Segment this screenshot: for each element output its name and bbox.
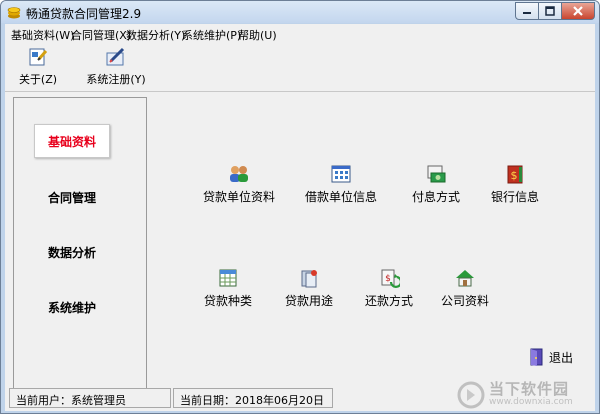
minimize-button[interactable] — [515, 2, 539, 20]
about-button[interactable]: 关于(Z) — [17, 47, 59, 89]
app-window: 畅通贷款合同管理2.9 基础资料(W) 合同管理(X) 数据分析(Y) 系统维护… — [0, 0, 600, 414]
toolbar: 关于(Z) 系统注册(Y) — [5, 43, 595, 91]
company-info-button[interactable]: 公司资料 — [420, 268, 510, 309]
grid-window-icon — [331, 165, 351, 183]
document-stack-icon — [301, 270, 317, 288]
loan-type-button[interactable]: 贷款种类 — [183, 268, 273, 309]
company-info-label: 公司资料 — [440, 294, 489, 308]
borrower-info-button[interactable]: 借款单位信息 — [296, 164, 386, 205]
menu-help[interactable]: 帮助(U) — [238, 27, 277, 43]
watermark-text: 当下软件园 www.downxia.com — [489, 382, 573, 407]
nav-item-contract[interactable]: 合同管理 — [34, 180, 110, 214]
register-label: 系统注册(Y) — [86, 73, 146, 86]
about-label: 关于(Z) — [18, 73, 58, 86]
menu-maintenance[interactable]: 系统维护(P) — [182, 27, 241, 43]
exit-label: 退出 — [549, 350, 574, 365]
status-current-date: 当前日期：2018年06月20日 — [173, 388, 333, 408]
menu-analysis[interactable]: 数据分析(Y) — [126, 27, 185, 43]
coin-stack-icon — [7, 7, 21, 19]
nav-item-maintenance[interactable]: 系统维护 — [34, 290, 110, 324]
maximize-icon — [545, 6, 555, 16]
money-card-icon — [427, 165, 446, 183]
client-area: 基础资料(W) 合同管理(X) 数据分析(Y) 系统维护(P) 帮助(U) 关于… — [5, 24, 595, 411]
table-icon — [219, 269, 237, 287]
menu-contract[interactable]: 合同管理(X) — [71, 27, 131, 43]
people-icon — [230, 166, 248, 182]
watermark-en: www.downxia.com — [489, 397, 573, 408]
lender-info-button[interactable]: 贷款单位资料 — [194, 164, 284, 205]
interest-method-button[interactable]: 付息方式 — [391, 164, 481, 205]
register-pencil-icon — [106, 47, 125, 66]
exit-button[interactable]: 退出 — [529, 346, 579, 368]
window-title: 畅通贷款合同管理2.9 — [26, 7, 142, 21]
watermark: 当下软件园 www.downxia.com — [457, 379, 597, 411]
toolbar-separator — [5, 91, 595, 92]
interest-method-label: 付息方式 — [411, 190, 460, 204]
watermark-cn: 当下软件园 — [489, 380, 570, 399]
menu-bar: 基础资料(W) 合同管理(X) 数据分析(Y) 系统维护(P) 帮助(U) — [5, 24, 595, 43]
door-exit-icon — [530, 348, 543, 366]
register-button[interactable]: 系统注册(Y) — [83, 47, 149, 89]
dollar-book-icon: $ — [507, 165, 523, 184]
minimize-icon — [523, 12, 531, 14]
nav-item-basic-data[interactable]: 基础资料 — [34, 124, 110, 158]
svg-text:$: $ — [511, 169, 518, 182]
watermark-logo-icon — [457, 381, 485, 409]
borrower-info-label: 借款单位信息 — [304, 190, 377, 204]
refresh-money-icon: $ — [381, 269, 400, 288]
loan-purpose-label: 贷款用途 — [284, 294, 333, 308]
menu-basic-data[interactable]: 基础资料(W) — [11, 27, 74, 43]
loan-purpose-button[interactable]: 贷款用途 — [264, 268, 354, 309]
nav-panel: 基础资料 合同管理 数据分析 系统维护 — [13, 97, 147, 397]
bank-info-button[interactable]: $ 银行信息 — [470, 164, 560, 205]
nav-item-analysis[interactable]: 数据分析 — [34, 235, 110, 269]
close-button[interactable] — [561, 2, 595, 20]
close-icon — [573, 6, 583, 16]
title-bar[interactable]: 畅通贷款合同管理2.9 — [1, 1, 599, 23]
maximize-button[interactable] — [538, 2, 562, 20]
lender-info-label: 贷款单位资料 — [202, 190, 275, 204]
house-icon — [456, 270, 474, 287]
about-icon — [29, 48, 48, 66]
status-current-user: 当前用户：系统管理员 — [9, 388, 171, 408]
bank-info-label: 银行信息 — [490, 190, 539, 204]
loan-type-label: 贷款种类 — [203, 294, 252, 308]
